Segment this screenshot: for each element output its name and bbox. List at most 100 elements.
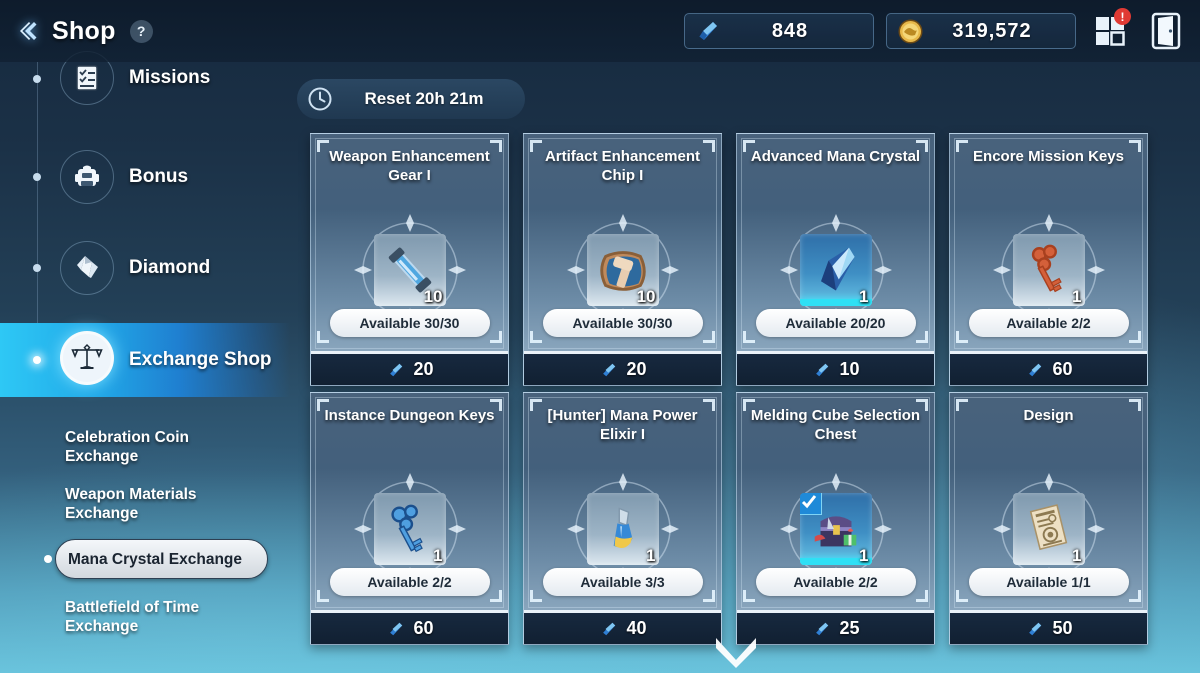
sidebar-subitem-celebration-coin-exchange[interactable]: Celebration Coin Exchange [0,425,290,469]
item-price-bar: 25 [737,610,934,644]
diamond-icon [60,241,114,295]
item-price: 10 [839,359,860,379]
page-title: Shop [52,16,116,45]
item-title: Advanced Mana Crystal [750,148,921,165]
item-tile: 10 [373,234,446,306]
availability-label: Available 2/2 [755,568,916,596]
item-title: Weapon Enhancement Gear I [329,148,490,184]
sidebar-item-label: Diamond [129,257,211,278]
sidebar-item-bonus[interactable]: Bonus [0,140,290,214]
help-button[interactable]: ? [129,19,153,43]
subitem-label: Mana Crystal Exchange [68,551,243,568]
shop-item-card[interactable]: Design 1 Available 1/1 50 [949,392,1148,645]
mana-crystal-icon [390,363,403,376]
item-tile: 1 [1012,493,1085,565]
chevron-down-icon[interactable] [712,634,760,668]
mana-crystal-value: 848 [771,19,809,42]
shop-item-card[interactable]: Melding Cube Selection Chest 1 Available… [736,392,935,645]
item-quantity: 1 [1072,287,1082,306]
item-tile: 1 [586,493,659,565]
sidebar-item-label: Bonus [129,166,189,187]
currency-bar: 848 319,572 ! [684,8,1200,53]
availability-label: Available 3/3 [542,568,703,596]
currency-mana-crystal[interactable]: 848 [684,13,874,49]
corner-bracket [530,331,542,343]
item-title: Artifact Enhancement Chip I [544,148,701,184]
corner-bracket [956,590,968,602]
item-price-bar: 20 [311,351,508,385]
corner-bracket [956,331,968,343]
item-price: 40 [626,618,647,638]
mana-crystal-icon [1029,363,1042,376]
item-quantity: 1 [1072,546,1082,565]
item-price: 20 [626,359,647,379]
sidebar-item-diamond[interactable]: Diamond [0,231,290,305]
mana-crystal-icon [603,363,616,376]
item-tile: 1 [373,493,446,565]
item-price: 60 [1052,359,1073,379]
item-title: Instance Dungeon Keys [324,407,495,424]
mana-crystal-icon [1029,622,1042,635]
sidebar-subitem-mana-crystal-exchange[interactable]: Mana Crystal Exchange [0,539,290,583]
sidebar-item-label: Exchange Shop [129,349,272,370]
shop-item-grid: Weapon Enhancement Gear I 10 Available 3… [310,133,1165,651]
subitem-label: Celebration Coin Exchange [65,429,190,465]
shop-screen: Shop ? 848 319,572 ! Missions Bonus Diam… [0,0,1200,673]
availability-label: Available 2/2 [968,309,1129,337]
gold-coin-icon [895,16,925,46]
shop-item-card[interactable]: Encore Mission Keys 1 Available 2/2 60 [949,133,1148,386]
item-tile: 10 [586,234,659,306]
corner-bracket [916,590,928,602]
sidebar-nav: Missions Bonus Diamond Exchange Shop Cel… [0,51,290,673]
item-price: 25 [839,618,860,638]
corner-bracket [703,590,715,602]
corner-bracket [530,590,542,602]
mana-crystal-icon [603,622,616,635]
item-quantity: 10 [423,287,443,306]
sidebar-item-label: Missions [129,67,211,88]
mana-crystal-shard-icon [820,247,855,291]
currency-gold-coin[interactable]: 319,572 [886,13,1076,49]
item-tile: 1 [799,234,872,306]
corner-bracket [703,331,715,343]
blueprint-icon [1029,504,1067,551]
item-quantity: 10 [636,287,656,306]
item-price: 60 [413,618,434,638]
item-title: [Hunter] Mana Power Elixir I [547,407,698,443]
item-price-bar: 60 [950,351,1147,385]
sidebar-subitem-weapon-materials-exchange[interactable]: Weapon Materials Exchange [0,482,290,526]
corner-bracket [743,331,755,343]
shop-item-card[interactable]: Advanced Mana Crystal 1 Available 20/20 … [736,133,935,386]
shop-item-card[interactable]: Instance Dungeon Keys 1 Available 2/2 60 [310,392,509,645]
back-chevron-icon[interactable] [10,11,50,51]
shop-item-card[interactable]: [Hunter] Mana Power Elixir I 1 Available… [523,392,722,645]
corner-bracket [317,331,329,343]
item-title: Melding Cube Selection Chest [750,407,921,443]
item-quantity: 1 [859,287,869,306]
scales-icon [60,331,114,385]
shop-item-card[interactable]: Artifact Enhancement Chip I 10 Available… [523,133,722,386]
mana-crystal-icon [693,16,723,46]
item-price-bar: 20 [524,351,721,385]
availability-label: Available 20/20 [755,309,916,337]
mana-crystal-icon [390,622,403,635]
shop-item-card[interactable]: Weapon Enhancement Gear I 10 Available 3… [310,133,509,386]
corner-bracket [317,590,329,602]
clock-icon [307,86,333,112]
availability-label: Available 30/30 [329,309,490,337]
copper-key-icon [1031,244,1062,293]
corner-bracket [916,331,928,343]
sidebar-subitem-battlefield-of-time-exchange[interactable]: Battlefield of Time Exchange [0,595,290,639]
exit-door-button[interactable] [1144,9,1188,53]
nav-dot [33,356,41,364]
nav-dot [33,173,41,181]
item-price-bar: 50 [950,610,1147,644]
availability-label: Available 1/1 [968,568,1129,596]
top-header-bar: Shop ? 848 319,572 ! [0,0,1200,62]
reset-timer: Reset 20h 21m [297,79,525,119]
corner-bracket [1129,590,1141,602]
sidebar-item-exchange-shop[interactable]: Exchange Shop [0,323,290,397]
availability-label: Available 30/30 [542,309,703,337]
item-title: Design [1023,407,1074,424]
menu-grid-button[interactable]: ! [1088,8,1132,53]
